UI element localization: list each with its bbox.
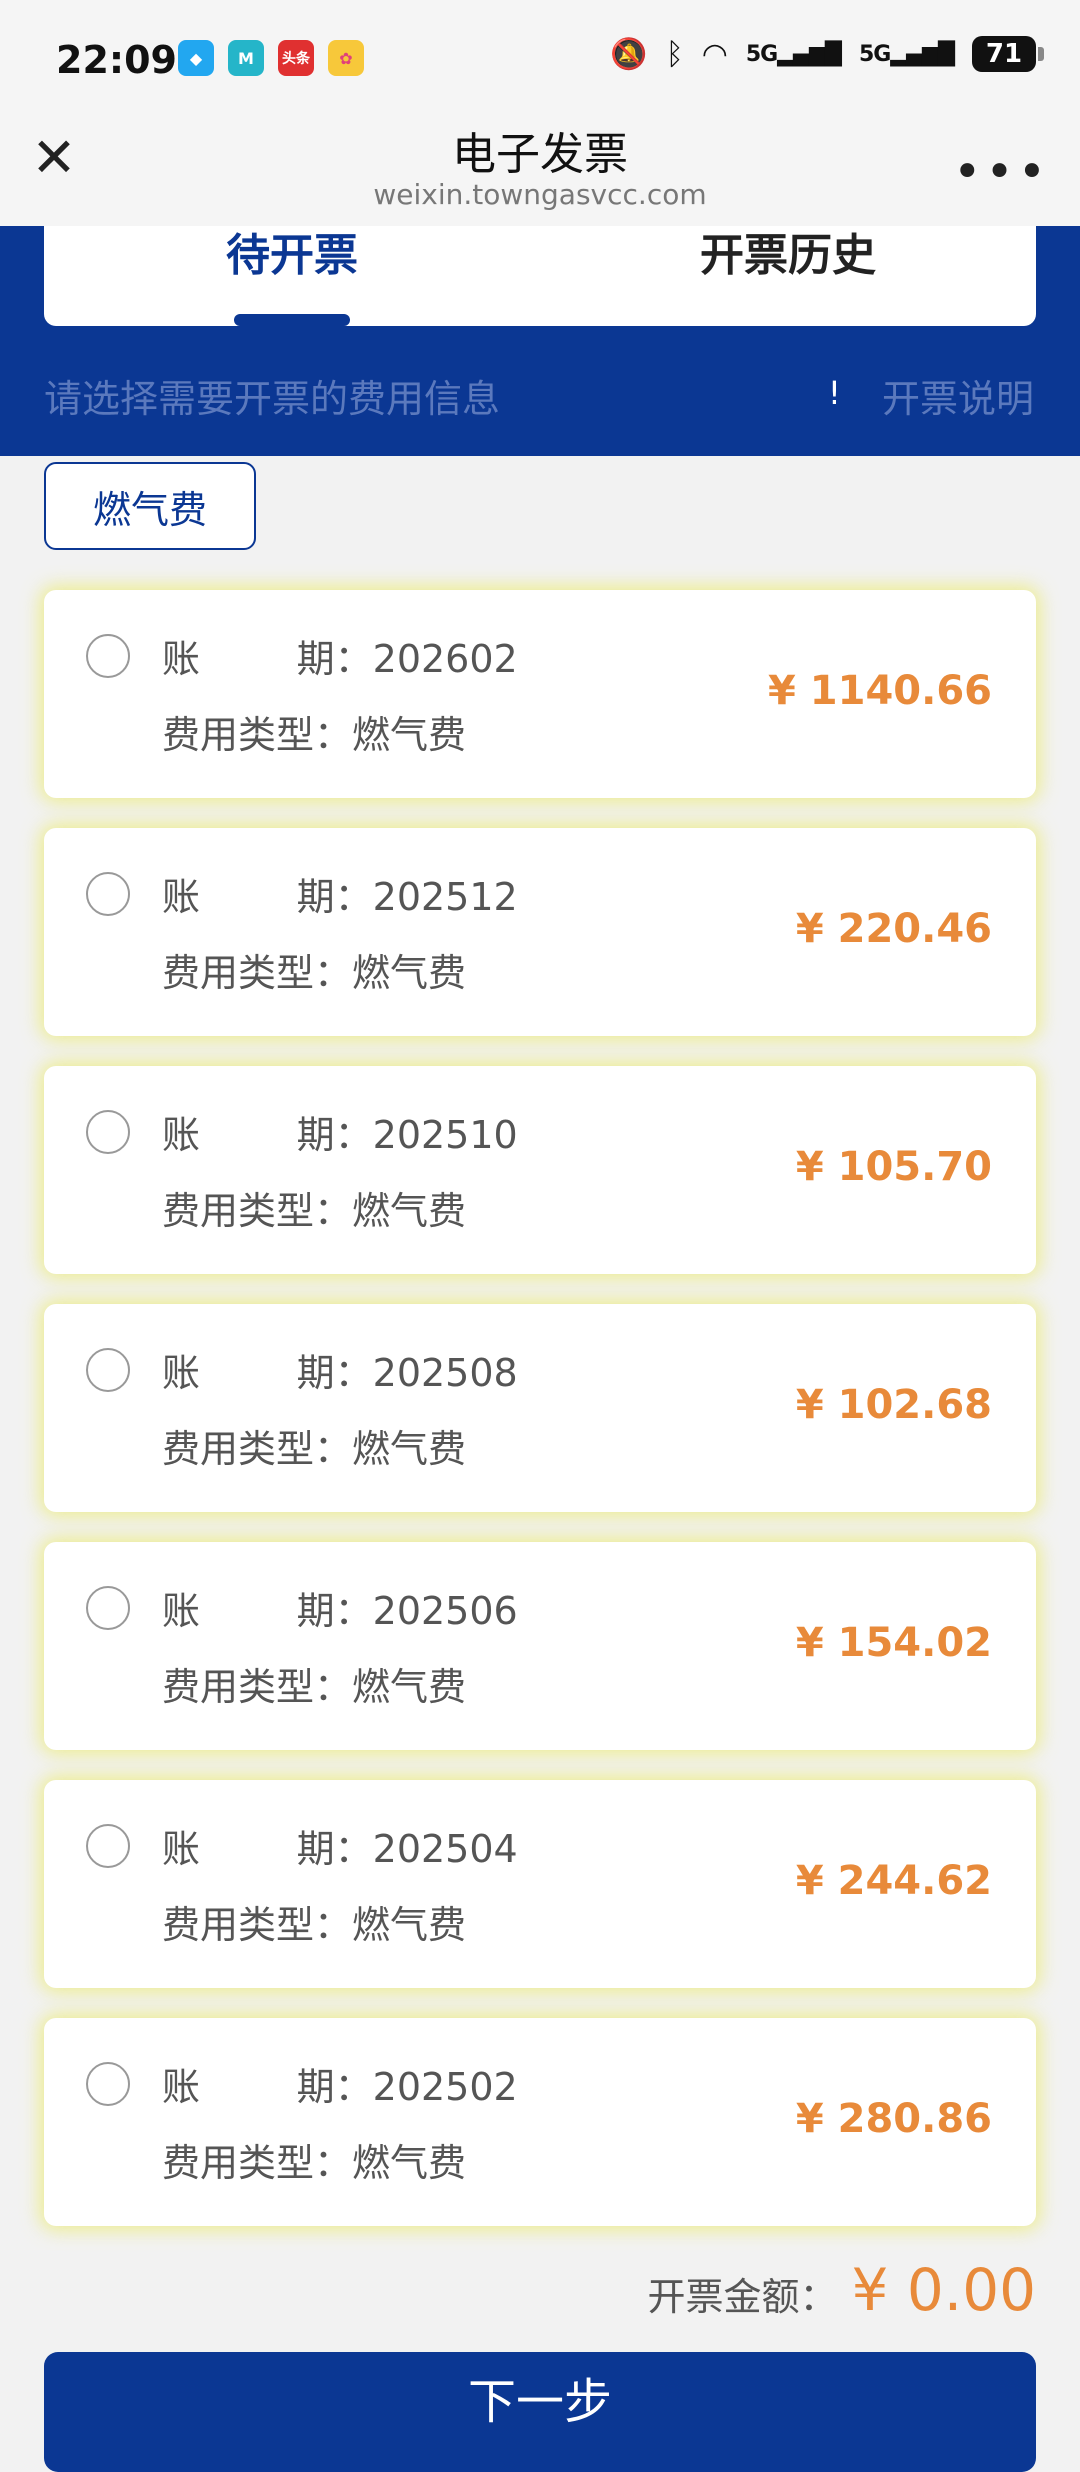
- bill-period: 账 期：202508: [162, 1351, 518, 1395]
- invoice-explain-link[interactable]: 开票说明: [882, 368, 1034, 423]
- status-bar: 22:09 ◆ M 头条 ✿ 🔕 ᛒ ◠ 5G▂▄▆█ 5G▂▄▆█ 71: [0, 0, 1080, 118]
- tab-pending[interactable]: 待开票: [44, 226, 540, 326]
- page-title: 电子发票: [452, 129, 628, 180]
- radio-button[interactable]: [86, 1348, 130, 1392]
- bill-type: 费用类型：燃气费: [162, 1903, 467, 1947]
- radio-button[interactable]: [86, 1110, 130, 1154]
- toutiao-icon: 头条: [278, 40, 314, 76]
- signal-icon-2: 5G▂▄▆█: [858, 41, 955, 67]
- system-status: 🔕 ᛒ ◠ 5G▂▄▆█ 5G▂▄▆█ 71: [610, 36, 1044, 72]
- bill-type: 费用类型：燃气费: [162, 2141, 467, 2185]
- bill-amount: ¥ 220.46: [795, 906, 992, 952]
- bill-card[interactable]: 账 期：202502 费用类型：燃气费 ¥ 280.86: [44, 2018, 1036, 2226]
- signal-icon: 5G▂▄▆█: [745, 41, 842, 67]
- bill-card[interactable]: 账 期：202512 费用类型：燃气费 ¥ 220.46: [44, 828, 1036, 1036]
- total-amount: ¥ 0.00: [851, 2256, 1036, 2324]
- flower-app-icon: ✿: [328, 40, 364, 76]
- bill-amount: ¥ 102.68: [795, 1382, 992, 1428]
- select-hint: 请选择需要开票的费用信息: [44, 377, 501, 421]
- bill-amount: ¥ 244.62: [795, 1858, 992, 1904]
- radio-button[interactable]: [86, 2062, 130, 2106]
- qq-icon: ◆: [178, 40, 214, 76]
- bill-type: 费用类型：燃气费: [162, 1427, 467, 1471]
- bill-type: 费用类型：燃气费: [162, 1665, 467, 1709]
- nav-header: ✕ 电子发票 weixin.towngasvcc.com •••: [0, 118, 1080, 226]
- info-icon[interactable]: !: [828, 374, 841, 412]
- battery-icon: 71: [972, 36, 1044, 72]
- bill-type: 费用类型：燃气费: [162, 951, 467, 995]
- clock: 22:09: [56, 38, 177, 82]
- radio-button[interactable]: [86, 634, 130, 678]
- bill-period: 账 期：202502: [162, 2065, 518, 2109]
- radio-button[interactable]: [86, 1824, 130, 1868]
- wifi-icon: ◠: [701, 36, 728, 72]
- radio-button[interactable]: [86, 872, 130, 916]
- filter-chip-gas[interactable]: 燃气费: [44, 462, 256, 550]
- bill-card[interactable]: 账 期：202602 费用类型：燃气费 ¥ 1140.66: [44, 590, 1036, 798]
- bill-card[interactable]: 账 期：202506 费用类型：燃气费 ¥ 154.02: [44, 1542, 1036, 1750]
- bill-card[interactable]: 账 期：202504 费用类型：燃气费 ¥ 244.62: [44, 1780, 1036, 1988]
- next-button[interactable]: 下一步: [44, 2352, 1036, 2472]
- bill-period: 账 期：202510: [162, 1113, 518, 1157]
- bill-period: 账 期：202512: [162, 875, 518, 919]
- notification-icons: ◆ M 头条 ✿: [178, 40, 364, 76]
- tab-bar: 待开票 开票历史: [44, 226, 1036, 326]
- total-label: 开票金额：: [647, 2275, 838, 2319]
- m-app-icon: M: [228, 40, 264, 76]
- bill-card[interactable]: 账 期：202510 费用类型：燃气费 ¥ 105.70: [44, 1066, 1036, 1274]
- invoice-total: 开票金额： ¥ 0.00: [648, 2256, 1037, 2324]
- header-band: 待开票 开票历史 请选择需要开票的费用信息 ! 开票说明: [0, 226, 1080, 456]
- bill-period: 账 期：202602: [162, 637, 518, 681]
- bill-list: 账 期：202602 费用类型：燃气费 ¥ 1140.66 账 期：202512…: [44, 590, 1036, 2256]
- bill-card[interactable]: 账 期：202508 费用类型：燃气费 ¥ 102.68: [44, 1304, 1036, 1512]
- page-url: weixin.towngasvcc.com: [373, 178, 707, 211]
- bill-period: 账 期：202506: [162, 1589, 518, 1633]
- bill-amount: ¥ 280.86: [795, 2096, 992, 2142]
- bill-type: 费用类型：燃气费: [162, 713, 467, 757]
- tab-indicator: [234, 314, 350, 326]
- mute-icon: 🔕: [610, 36, 648, 72]
- bill-period: 账 期：202504: [162, 1827, 518, 1871]
- more-icon[interactable]: •••: [953, 144, 1050, 200]
- radio-button[interactable]: [86, 1586, 130, 1630]
- bill-amount: ¥ 154.02: [795, 1620, 992, 1666]
- tab-history[interactable]: 开票历史: [540, 226, 1036, 326]
- bill-type: 费用类型：燃气费: [162, 1189, 467, 1233]
- bluetooth-icon: ᛒ: [665, 36, 684, 72]
- bill-amount: ¥ 105.70: [795, 1144, 992, 1190]
- bill-amount: ¥ 1140.66: [768, 668, 992, 714]
